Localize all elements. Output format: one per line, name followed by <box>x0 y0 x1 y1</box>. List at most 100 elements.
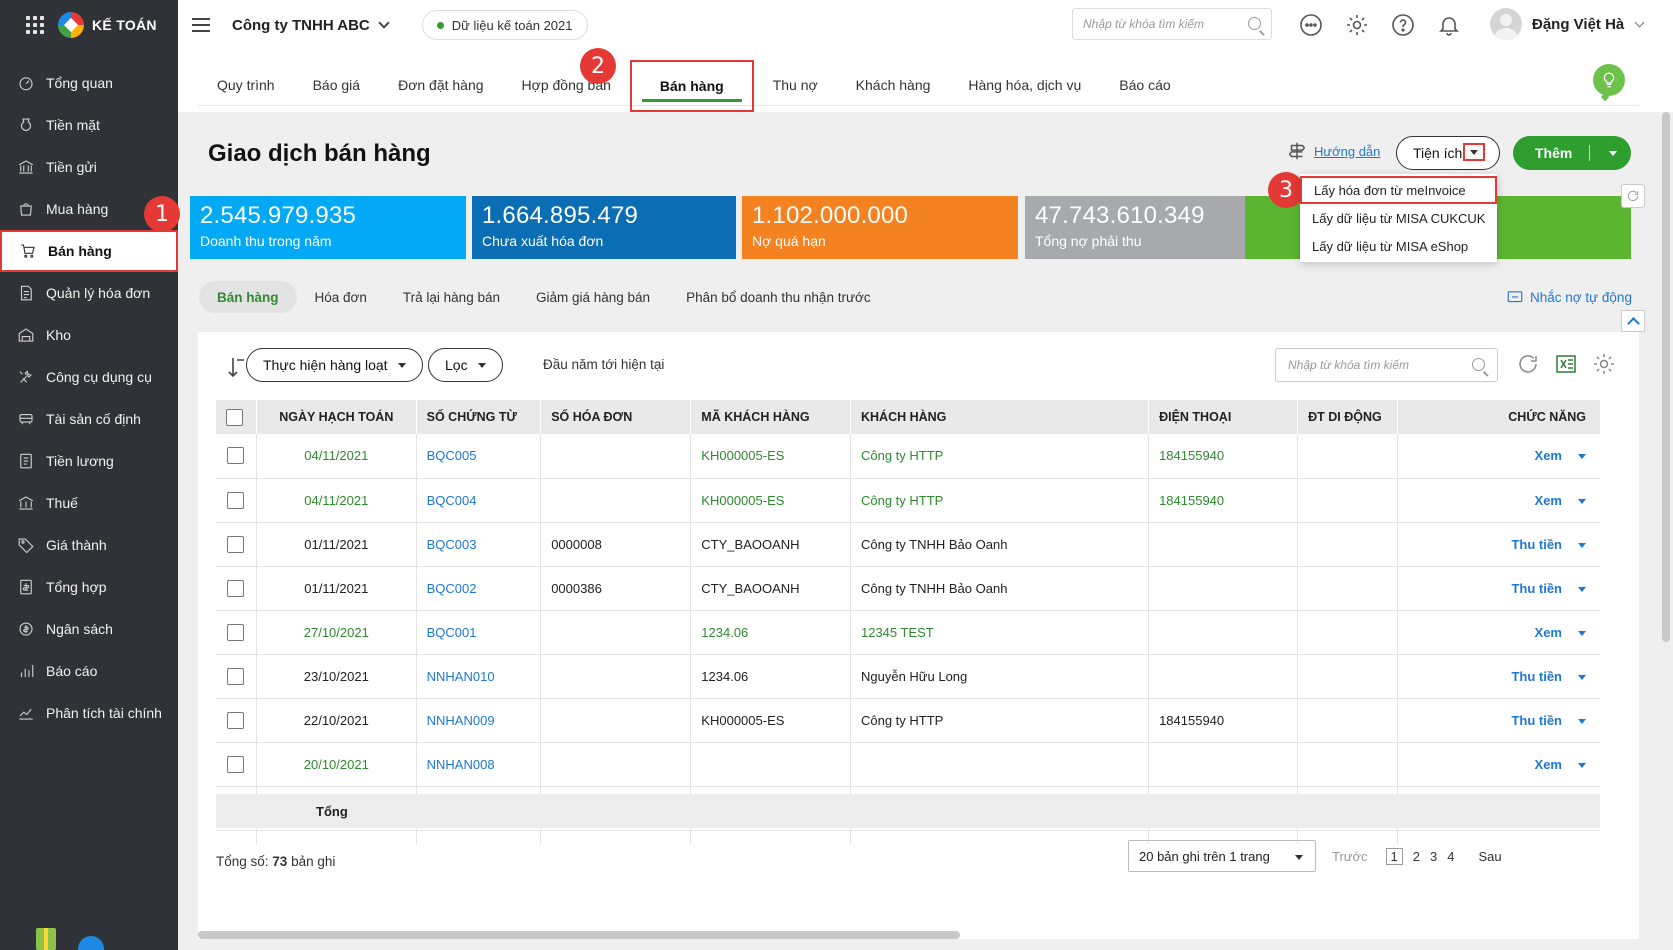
auto-remind-link[interactable]: Nhắc nợ tự động <box>1506 288 1632 306</box>
help-icon[interactable] <box>1390 12 1416 38</box>
table-row[interactable]: 20/10/2021 NNHAN008 Xem <box>216 742 1600 787</box>
sidebar-item-salary[interactable]: Tiền lương <box>0 440 178 482</box>
table-search-input[interactable]: Nhập từ khóa tìm kiếm <box>1275 348 1498 382</box>
row-checkbox[interactable] <box>227 755 245 773</box>
cell-voucher[interactable]: BQC001 <box>416 610 542 655</box>
utility-dropdown-caret-icon[interactable] <box>1463 143 1485 161</box>
column-header-1[interactable]: NGÀY HẠCH TOÁN <box>256 400 417 434</box>
select-all-checkbox[interactable] <box>226 408 243 426</box>
collapse-icon[interactable] <box>1621 310 1645 332</box>
add-dropdown-caret-icon[interactable] <box>1609 151 1617 156</box>
sidebar-item-cash[interactable]: Tiền mặt <box>0 104 178 146</box>
add-button[interactable]: Thêm <box>1513 136 1631 170</box>
table-row[interactable]: 04/11/2021 BQC004 KH000005-ES Công ty HTTP 1… <box>216 478 1600 523</box>
page-4-button[interactable]: 4 <box>1447 849 1454 864</box>
filter-button[interactable]: Lọc <box>428 348 503 382</box>
caret-down-icon[interactable] <box>1578 630 1586 636</box>
hamburger-menu-icon[interactable] <box>192 18 210 32</box>
cell-voucher[interactable]: BQC003 <box>416 522 542 567</box>
gear-icon[interactable] <box>1344 12 1370 38</box>
cell-voucher[interactable]: NNHAN010 <box>416 654 542 699</box>
table-row[interactable]: 27/10/2021 BQC001 1234.06 12345 TEST Xem <box>216 610 1600 655</box>
sidebar-item-tax[interactable]: Thuế <box>0 482 178 524</box>
row-checkbox[interactable] <box>227 491 245 509</box>
sidebar-item-warehouse[interactable]: Kho <box>0 314 178 356</box>
horizontal-scrollbar[interactable] <box>198 931 960 939</box>
module-tab-8[interactable]: Hàng hóa, dịch vụ <box>949 64 1100 106</box>
kpi-card-2[interactable]: 1.664.895.479 Chưa xuất hóa đơn <box>472 196 736 259</box>
sidebar-item-analytics[interactable]: Phân tích tài chính <box>0 692 178 734</box>
gift-icon[interactable] <box>36 928 56 950</box>
sub-tab-1[interactable]: Bán hàng <box>199 281 297 313</box>
column-header-2[interactable]: SỐ CHỨNG TỪ <box>416 400 542 434</box>
caret-down-icon[interactable] <box>1578 498 1586 504</box>
caret-down-icon[interactable] <box>1578 586 1586 592</box>
column-header-8[interactable]: CHỨC NĂNG <box>1397 400 1600 434</box>
sidebar-item-dashboard[interactable]: Tổng quan <box>0 62 178 104</box>
column-header-6[interactable]: ĐIỆN THOẠI <box>1148 400 1299 434</box>
page-size-select[interactable]: 20 bản ghi trên 1 trang <box>1128 840 1316 872</box>
guide-link[interactable]: Hướng dẫn <box>1286 140 1380 162</box>
sub-tab-2[interactable]: Hóa đơn <box>297 281 385 313</box>
row-action-link[interactable]: Thu tiền <box>1511 537 1562 552</box>
caret-down-icon[interactable] <box>1578 674 1586 680</box>
sidebar-item-summary[interactable]: Tổng hợp <box>0 566 178 608</box>
table-row[interactable]: 04/11/2021 BQC005 KH000005-ES Công ty HTTP 1… <box>216 434 1600 479</box>
next-page-button[interactable]: Sau <box>1478 849 1501 864</box>
table-row[interactable]: 01/11/2021 BQC003 0000008 CTY_BAOOANH Công t… <box>216 522 1600 567</box>
page-2-button[interactable]: 2 <box>1413 849 1420 864</box>
cell-voucher[interactable]: NNHAN008 <box>416 742 542 787</box>
caret-down-icon[interactable] <box>1578 718 1586 724</box>
kpi-card-1[interactable]: 2.545.979.935 Doanh thu trong năm <box>190 196 466 259</box>
column-header-7[interactable]: ĐT DI ĐỘNG <box>1297 400 1399 434</box>
row-checkbox[interactable] <box>227 667 245 685</box>
table-row[interactable]: 01/11/2021 BQC002 0000386 CTY_BAOOANH Công t… <box>216 566 1600 611</box>
table-row[interactable]: 22/10/2021 NNHAN009 KH000005-ES Công ty HTT… <box>216 698 1600 743</box>
sub-tab-5[interactable]: Phân bổ doanh thu nhận trước <box>668 281 889 313</box>
scroll-up-icon[interactable] <box>78 936 104 950</box>
page-1-button[interactable]: 1 <box>1385 848 1403 865</box>
utility-menu-item-2[interactable]: Lấy dữ liệu từ MISA CUKCUK <box>1300 204 1497 232</box>
module-tab-7[interactable]: Khách hàng <box>837 64 950 106</box>
reload-icon[interactable] <box>1516 352 1540 376</box>
caret-down-icon[interactable] <box>1578 542 1586 548</box>
kpi-card-4[interactable]: 47.743.610.349 Tổng nợ phải thu <box>1025 196 1251 259</box>
module-tab-3[interactable]: Đơn đặt hàng <box>379 64 502 106</box>
module-tab-1[interactable]: Quy trình <box>198 64 294 106</box>
chat-icon[interactable] <box>1298 12 1324 38</box>
sidebar-item-cart[interactable]: Bán hàng <box>0 230 178 272</box>
sidebar-item-price-tag[interactable]: Giá thành <box>0 524 178 566</box>
column-header-4[interactable]: MÃ KHÁCH HÀNG <box>690 400 851 434</box>
caret-down-icon[interactable] <box>1578 762 1586 768</box>
sidebar-item-budget[interactable]: Ngân sách <box>0 608 178 650</box>
settings-icon[interactable] <box>1592 352 1616 376</box>
cell-voucher[interactable]: BQC004 <box>416 478 542 523</box>
utility-menu-item-1[interactable]: Lấy hóa đơn từ meInvoice <box>1300 176 1497 204</box>
row-checkbox[interactable] <box>227 711 245 729</box>
row-action-link[interactable]: Xem <box>1535 625 1562 640</box>
row-action-link[interactable]: Xem <box>1535 757 1562 772</box>
sidebar-item-asset[interactable]: Tài sản cố định <box>0 398 178 440</box>
prev-page-button[interactable]: Trước <box>1332 849 1368 864</box>
table-row[interactable]: 23/10/2021 NNHAN010 1234.06 Nguyễn Hữu Long… <box>216 654 1600 699</box>
sidebar-item-tools[interactable]: Công cụ dụng cụ <box>0 356 178 398</box>
row-checkbox[interactable] <box>227 579 245 597</box>
row-action-link[interactable]: Xem <box>1535 493 1562 508</box>
user-menu[interactable]: Đặng Việt Hà <box>1490 8 1645 40</box>
row-action-link[interactable]: Thu tiền <box>1511 713 1562 728</box>
column-header-5[interactable]: KHÁCH HÀNG <box>850 400 1150 434</box>
sidebar-item-bank[interactable]: Tiền gửi <box>0 146 178 188</box>
row-action-link[interactable]: Thu tiền <box>1511 581 1562 596</box>
vertical-scrollbar[interactable] <box>1662 112 1670 642</box>
sub-tab-4[interactable]: Giảm giá hàng bán <box>518 281 668 313</box>
row-action-link[interactable]: Thu tiền <box>1511 669 1562 684</box>
sidebar-item-report[interactable]: Báo cáo <box>0 650 178 692</box>
utility-menu-item-3[interactable]: Lấy dữ liệu từ MISA eShop <box>1300 232 1497 260</box>
sort-icon[interactable] <box>226 356 246 381</box>
sub-tab-3[interactable]: Trả lại hàng bán <box>385 281 518 313</box>
utility-button[interactable]: Tiện ích <box>1396 136 1500 170</box>
row-checkbox[interactable] <box>227 447 245 465</box>
module-tab-2[interactable]: Báo giá <box>294 64 379 106</box>
company-selector[interactable]: Công ty TNHH ABC <box>232 17 390 34</box>
cell-voucher[interactable]: NNHAN009 <box>416 698 542 743</box>
